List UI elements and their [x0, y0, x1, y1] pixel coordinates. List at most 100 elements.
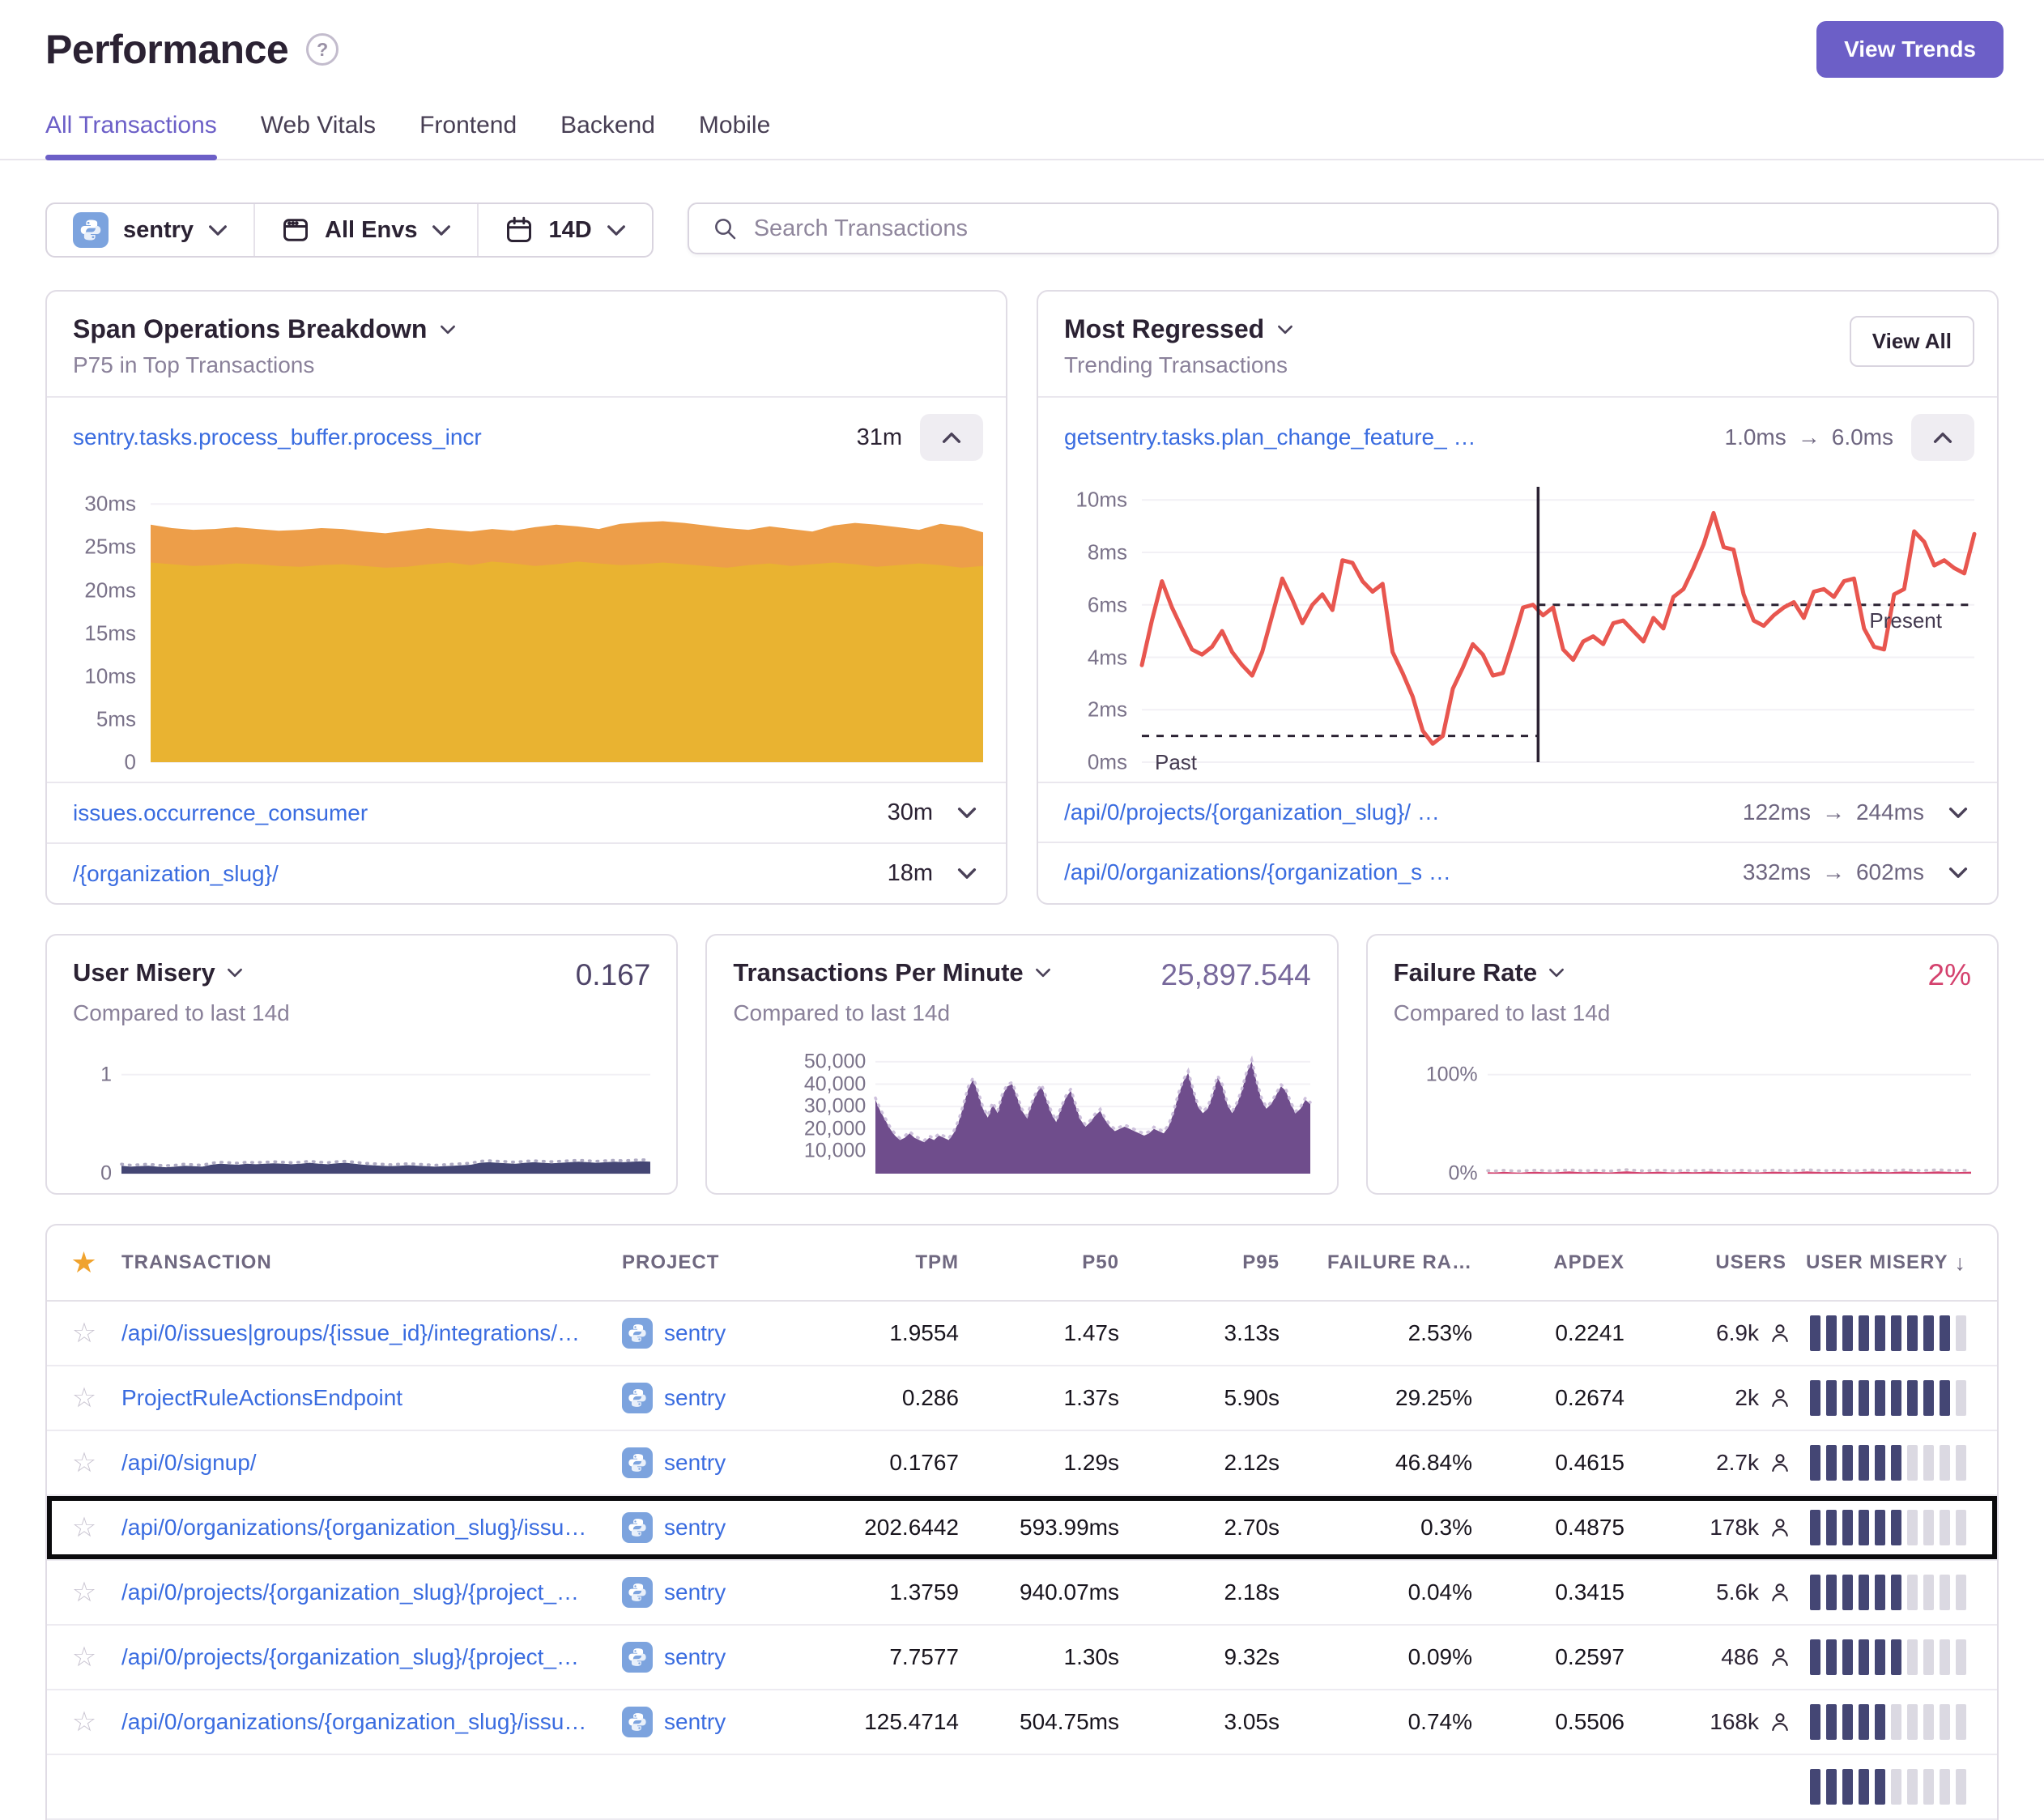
view-trends-button[interactable]: View Trends	[1816, 21, 2004, 78]
transaction-link[interactable]: /api/0/issues|groups/{issue_id}/integrat…	[121, 1320, 603, 1346]
star-icon[interactable]: ☆	[47, 1706, 121, 1738]
tab-frontend[interactable]: Frontend	[419, 112, 517, 159]
expand-button[interactable]	[1942, 807, 1974, 819]
span-op-row: issues.occurrence_consumer 30m	[47, 782, 1006, 842]
user-misery-dropdown[interactable]: User Misery	[73, 958, 243, 987]
card-subtitle: Compared to last 14d	[733, 1000, 1310, 1026]
collapse-button[interactable]	[1911, 414, 1974, 461]
performance-page: Performance ? View Trends All Transactio…	[0, 0, 2044, 1820]
arrow-right-icon: →	[1822, 799, 1845, 825]
span-ops-title-dropdown[interactable]: Span Operations Breakdown	[73, 314, 980, 344]
python-project-icon	[622, 1577, 653, 1608]
transaction-link[interactable]: /api/0/projects/{organization_slug}/{pro…	[121, 1579, 603, 1605]
expand-button[interactable]	[951, 867, 983, 880]
chevron-down-icon	[440, 325, 456, 335]
star-icon[interactable]: ☆	[47, 1511, 121, 1544]
chevron-down-icon	[1277, 325, 1293, 335]
p50-value: 1.30s	[965, 1644, 1126, 1670]
card-title: Transactions Per Minute	[733, 958, 1023, 987]
star-icon[interactable]: ☆	[47, 1317, 121, 1349]
date-range-filter[interactable]: 14D	[479, 204, 651, 256]
panel-title: Span Operations Breakdown	[73, 314, 427, 344]
expand-button[interactable]	[951, 807, 983, 819]
tab-web-vitals[interactable]: Web Vitals	[261, 112, 376, 159]
environments-icon	[281, 215, 310, 245]
star-icon[interactable]: ☆	[47, 1641, 121, 1673]
star-icon[interactable]: ☆	[47, 1382, 121, 1414]
tab-mobile[interactable]: Mobile	[699, 112, 770, 159]
user-icon	[1769, 1451, 1791, 1474]
column-project[interactable]: PROJECT	[622, 1251, 826, 1274]
failure-rate-dropdown[interactable]: Failure Rate	[1394, 958, 1565, 987]
users-value: 168k	[1710, 1709, 1759, 1735]
transaction-link[interactable]: /api/0/signup/	[121, 1450, 603, 1476]
project-link[interactable]: sentry	[664, 1320, 726, 1346]
transaction-link[interactable]: /api/0/projects/{organization_slug}/{pro…	[121, 1644, 603, 1670]
tpm-value: 1.3759	[826, 1579, 965, 1605]
user-misery-bars	[1810, 1639, 1966, 1675]
search-placeholder: Search Transactions	[754, 215, 968, 242]
project-link[interactable]: sentry	[664, 1644, 726, 1670]
project-link[interactable]: sentry	[664, 1385, 726, 1411]
project-link[interactable]: sentry	[664, 1709, 726, 1735]
tab-all-transactions[interactable]: All Transactions	[45, 112, 217, 159]
regressed-transaction-link[interactable]: getsentry.tasks.plan_change_feature_ …	[1064, 424, 1476, 450]
project-filter-label: sentry	[123, 217, 194, 244]
transaction-link[interactable]: /api/0/organizations/{organization_slug}…	[121, 1709, 603, 1735]
column-user-misery[interactable]: USER MISERY ↓	[1793, 1251, 1997, 1276]
search-transactions-input[interactable]: Search Transactions	[688, 202, 1999, 254]
regressed-transaction-link[interactable]: /api/0/projects/{organization_slug}/ …	[1064, 799, 1440, 825]
tpm-value: 1.9554	[826, 1320, 965, 1346]
column-failure-rate[interactable]: FAILURE RA…	[1286, 1251, 1479, 1274]
transaction-link[interactable]: ProjectRuleActionsEndpoint	[121, 1385, 603, 1411]
tpm-value: 7.7577	[826, 1644, 965, 1670]
column-tpm[interactable]: TPM	[826, 1251, 965, 1274]
table-row: ☆/api/0/projects/{organization_slug}/{pr…	[47, 1561, 1997, 1626]
starred-column-icon[interactable]: ★	[70, 1246, 97, 1280]
regressed-transaction-link[interactable]: /api/0/organizations/{organization_s …	[1064, 859, 1451, 885]
table-row: ☆/api/0/issues|groups/{issue_id}/integra…	[47, 1302, 1997, 1366]
column-p95[interactable]: P95	[1126, 1251, 1286, 1274]
span-op-link[interactable]: issues.occurrence_consumer	[73, 800, 368, 826]
column-p50[interactable]: P50	[965, 1251, 1126, 1274]
most-regressed-title-dropdown[interactable]: Most Regressed	[1064, 314, 1971, 344]
failure-rate-value: 0.09%	[1286, 1644, 1479, 1670]
environment-filter[interactable]: All Envs	[255, 204, 479, 256]
user-misery-chart	[121, 1067, 650, 1174]
chevron-down-icon	[1948, 807, 1968, 819]
regressed-row: /api/0/organizations/{organization_s … 3…	[1038, 842, 1997, 901]
help-icon[interactable]: ?	[306, 33, 339, 66]
project-filter[interactable]: sentry	[47, 204, 255, 256]
failure-rate-value: 0.04%	[1286, 1579, 1479, 1605]
failure-rate-card: Failure Rate 2% Compared to last 14d 100…	[1366, 934, 1999, 1195]
view-all-button[interactable]: View All	[1850, 316, 1974, 367]
collapse-button[interactable]	[920, 414, 983, 461]
user-misery-bars	[1810, 1315, 1966, 1351]
users-value: 178k	[1710, 1515, 1759, 1541]
users-value: 5.6k	[1716, 1579, 1759, 1605]
span-op-link[interactable]: /{organization_slug}/	[73, 861, 279, 887]
user-misery-value: 0.167	[576, 958, 651, 992]
tpm-chart	[875, 1051, 1310, 1174]
column-apdex[interactable]: APDEX	[1479, 1251, 1631, 1274]
user-icon	[1769, 1516, 1791, 1539]
column-users[interactable]: USERS	[1631, 1251, 1793, 1274]
transaction-link[interactable]: /api/0/organizations/{organization_slug}…	[121, 1515, 603, 1541]
star-icon[interactable]: ☆	[47, 1576, 121, 1609]
chevron-down-icon	[1948, 867, 1968, 879]
column-transaction[interactable]: TRANSACTION	[121, 1251, 622, 1274]
project-link[interactable]: sentry	[664, 1450, 726, 1476]
users-value: 2.7k	[1716, 1450, 1759, 1476]
span-op-link[interactable]: sentry.tasks.process_buffer.process_incr	[73, 424, 482, 450]
project-link[interactable]: sentry	[664, 1579, 726, 1605]
p95-value: 3.05s	[1126, 1709, 1286, 1735]
expand-button[interactable]	[1942, 867, 1974, 879]
chevron-up-icon	[1933, 432, 1952, 444]
regression-to: 244ms	[1856, 799, 1924, 825]
user-icon	[1769, 1387, 1791, 1409]
star-icon[interactable]: ☆	[47, 1447, 121, 1479]
tab-backend[interactable]: Backend	[560, 112, 655, 159]
project-link[interactable]: sentry	[664, 1515, 726, 1541]
tpm-dropdown[interactable]: Transactions Per Minute	[733, 958, 1050, 987]
python-project-icon	[622, 1447, 653, 1478]
